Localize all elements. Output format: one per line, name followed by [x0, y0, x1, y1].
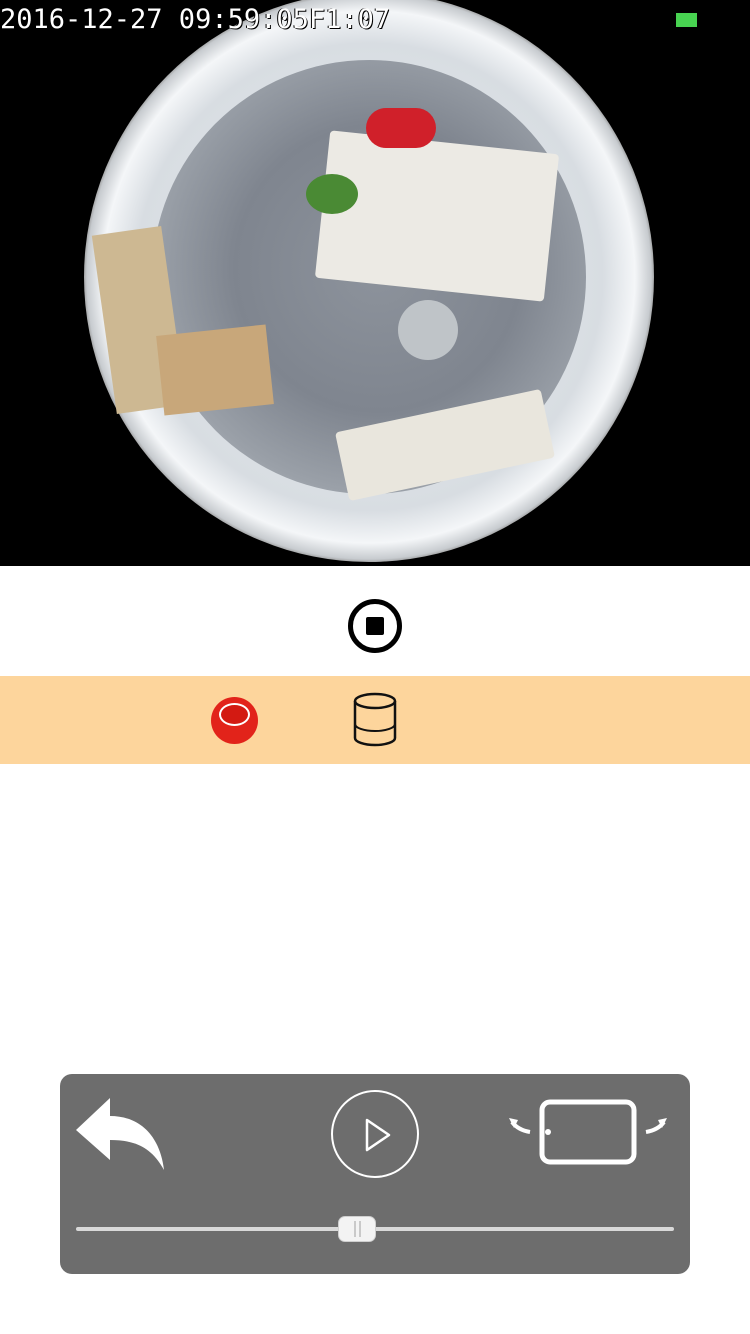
person-grey-shirt — [398, 300, 458, 360]
back-button[interactable] — [74, 1096, 166, 1174]
cardboard-boxes — [156, 324, 274, 416]
recording-status-indicator — [676, 13, 697, 27]
rotate-screen-icon — [509, 1099, 667, 1165]
stop-button[interactable] — [348, 599, 402, 653]
video-feed[interactable]: 2016-12-27 09:59:05F1:07 — [0, 0, 750, 566]
plant — [306, 174, 358, 214]
person-red-shirt — [366, 108, 436, 148]
reply-back-icon — [76, 1098, 164, 1170]
record-icon — [219, 703, 250, 726]
video-timestamp-overlay: 2016-12-27 09:59:05F1:07 — [0, 4, 391, 35]
office-desk — [314, 130, 560, 302]
playback-progress-thumb[interactable] — [338, 1216, 377, 1242]
storage-cylinder-icon — [353, 692, 397, 747]
stop-circle-icon — [366, 617, 384, 635]
record-button[interactable] — [211, 697, 258, 744]
storage-button[interactable] — [352, 692, 398, 748]
play-icon — [365, 1118, 391, 1152]
play-button[interactable] — [331, 1090, 419, 1178]
rotate-screen-button[interactable] — [508, 1098, 668, 1168]
